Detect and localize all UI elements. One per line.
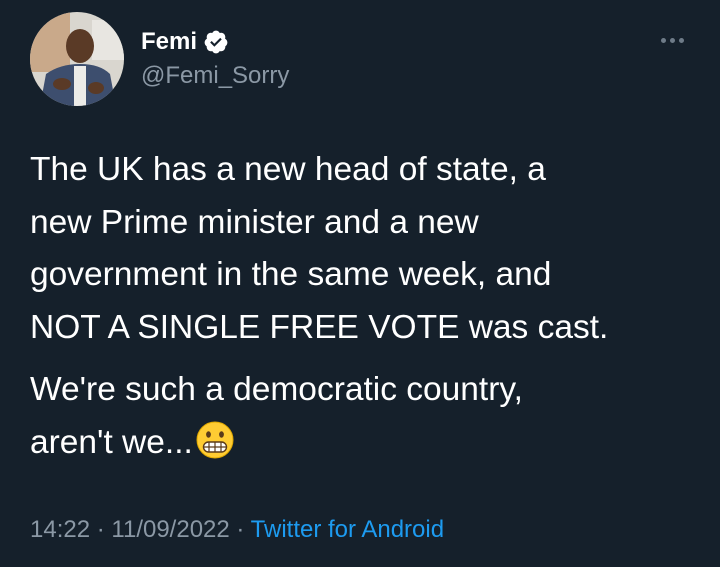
author-avatar[interactable]	[30, 12, 124, 106]
more-dot	[669, 37, 675, 43]
avatar-photo-icon	[30, 12, 124, 106]
tweet-meta: 14:22 · 11/09/2022 · Twitter for Android	[30, 514, 444, 546]
tweet-line-last: aren't we...	[30, 417, 700, 470]
tweet-text: The UK has a new head of state, a new Pr…	[30, 144, 700, 469]
more-options-icon[interactable]	[654, 26, 690, 54]
tweet-time[interactable]: 14:22	[30, 516, 90, 543]
tweet-date[interactable]: 11/09/2022	[111, 516, 229, 543]
grimacing-face-emoji-icon	[195, 420, 235, 460]
more-dot	[660, 37, 666, 43]
tweet-line: NOT A SINGLE FREE VOTE was cast.	[30, 308, 609, 346]
author-name-row: Femi	[141, 26, 229, 58]
meta-separator: ·	[96, 516, 105, 543]
tweet-line-text: aren't we...	[30, 423, 193, 461]
tweet-paragraph: We're such a democratic country, aren't …	[30, 364, 700, 469]
author-display-name[interactable]: Femi	[141, 26, 197, 58]
author-handle[interactable]: @Femi_Sorry	[141, 60, 289, 92]
tweet-card: Femi @Femi_Sorry The UK has a new head o…	[0, 0, 720, 567]
tweet-source-link[interactable]: Twitter for Android	[251, 516, 444, 543]
more-dot	[678, 37, 684, 43]
tweet-line: The UK has a new head of state, a	[30, 151, 546, 188]
meta-separator: ·	[236, 516, 245, 543]
verified-badge-icon	[203, 29, 229, 55]
tweet-line: government in the same week, and	[30, 256, 552, 293]
tweet-line: new Prime minister and a new	[30, 203, 479, 241]
tweet-paragraph: The UK has a new head of state, a new Pr…	[30, 144, 700, 354]
tweet-line: We're such a democratic country,	[30, 371, 523, 408]
